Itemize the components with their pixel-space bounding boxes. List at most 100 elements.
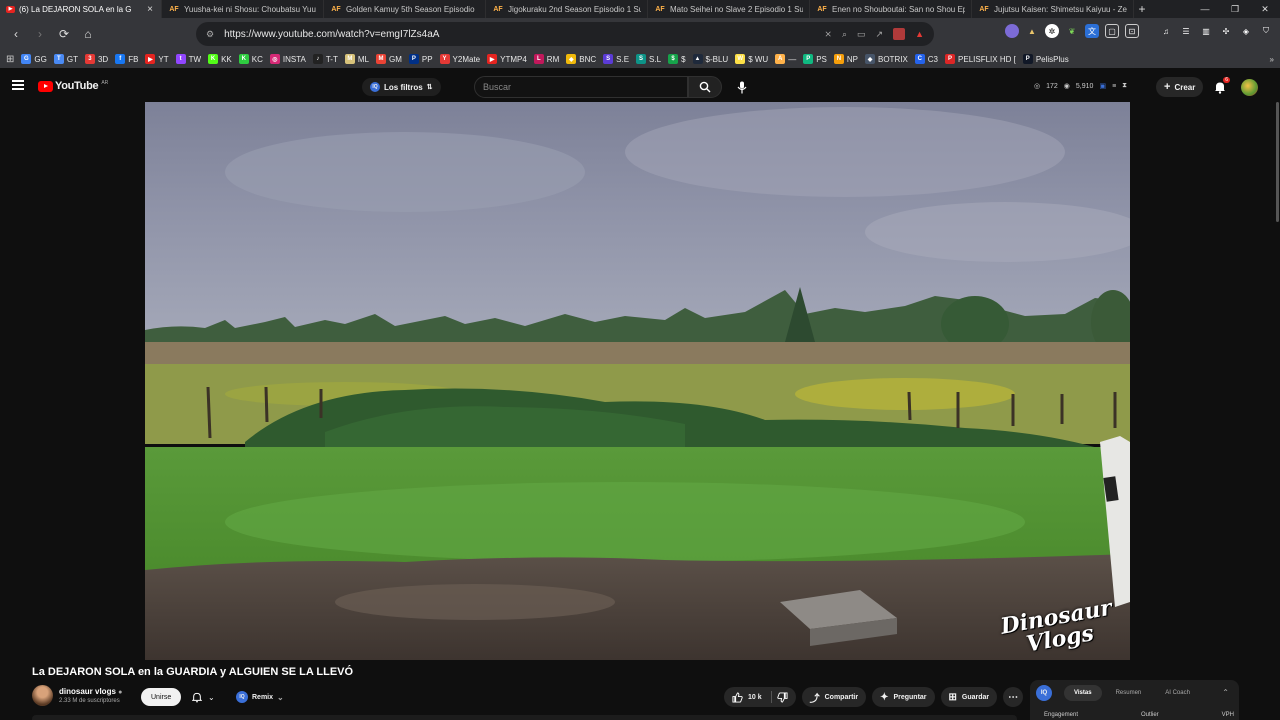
extension-box-icon[interactable]: ⊡ — [1125, 24, 1139, 38]
voice-search-button[interactable] — [731, 76, 753, 98]
bookmark-item[interactable]: K KC — [238, 54, 263, 64]
browser-tab[interactable]: AF Mato Seihei no Slave 2 Episodio 1 Su — [648, 0, 810, 18]
bookmark-item[interactable]: S S.E — [603, 54, 629, 64]
bookmark-item[interactable]: P PS — [803, 54, 827, 64]
bookmark-item[interactable]: S S.L — [636, 54, 661, 64]
bookmark-item[interactable]: ◆ BNC — [566, 54, 596, 64]
bookmark-item[interactable]: P PelisPlus — [1022, 54, 1069, 64]
bookmark-item[interactable]: K KK — [208, 54, 232, 64]
home-icon[interactable]: ⌂ — [78, 24, 98, 44]
bookmark-item[interactable]: W $ WU — [735, 54, 768, 64]
collapse-icon[interactable]: ⌃ — [1222, 688, 1229, 697]
create-button[interactable]: + Crear — [1156, 77, 1204, 97]
extension-frame-icon[interactable]: ▢ — [1105, 24, 1119, 38]
bookmark-item[interactable]: 3 3D — [84, 54, 108, 64]
bookmark-item[interactable]: M GM — [375, 54, 402, 64]
stat-list-icon[interactable]: ≡ — [1112, 83, 1116, 90]
channel-avatar[interactable] — [32, 685, 53, 706]
bookmark-item[interactable]: ▲ $-BLU — [692, 54, 728, 64]
extension-shield-icon[interactable] — [893, 28, 906, 40]
more-actions-button[interactable]: ⋯ — [1003, 687, 1024, 707]
new-tab-button[interactable]: + — [1134, 2, 1150, 16]
like-button[interactable]: 10 k — [724, 687, 796, 707]
shield-icon[interactable]: ⛉ — [1259, 24, 1273, 38]
close-window-icon[interactable]: ✕ — [1250, 0, 1280, 18]
music-icon[interactable]: ♫ — [1159, 24, 1173, 38]
panel-tab[interactable]: AI Coach — [1155, 685, 1200, 701]
wallet-icon[interactable]: ◈ — [1239, 24, 1253, 38]
remix-button[interactable]: IQ Remix ⌄ — [230, 688, 290, 706]
cast-icon[interactable]: ▭ — [857, 29, 866, 40]
restore-icon[interactable]: ❐ — [1220, 0, 1250, 18]
panel-badge[interactable]: IQ — [1036, 685, 1052, 701]
mute-icon[interactable]: ⨯ — [824, 29, 832, 40]
browser-tab[interactable]: AF Yuusha-kei ni Shosu: Choubatsu Yuu — [162, 0, 324, 18]
panel-tab[interactable]: Resumen — [1106, 685, 1152, 701]
save-button[interactable]: ⊞ Guardar — [940, 687, 998, 707]
bookmark-item[interactable]: T GT — [53, 54, 78, 64]
bookmark-item[interactable]: P PELISFLIX HD [ — [945, 54, 1016, 64]
bookmark-item[interactable]: ▶ YT — [145, 54, 169, 64]
zoom-icon[interactable]: ⌕ — [842, 29, 847, 40]
video-player[interactable]: Dinosaur Vlogs — [145, 102, 1130, 660]
address-bar[interactable]: ⚙ https://www.youtube.com/watch?v=emgI7l… — [196, 22, 934, 46]
browser-tab[interactable]: AF Jigokuraku 2nd Season Episodio 1 Su — [486, 0, 648, 18]
stat-iq-icon[interactable]: ▣ — [1099, 82, 1106, 90]
extension-openai-icon[interactable]: ✲ — [1045, 24, 1059, 38]
page-scrollbar[interactable] — [1276, 102, 1279, 222]
panel-tab[interactable]: Vistas — [1064, 685, 1102, 701]
filters-button[interactable]: IQ Los filtros ⇅ — [362, 78, 441, 96]
channel-name[interactable]: dinosaur vlogs — [59, 687, 116, 696]
search-button[interactable] — [688, 76, 722, 98]
reading-list-icon[interactable]: ☰ — [1179, 24, 1193, 38]
site-info-icon[interactable]: ⚙ — [206, 29, 214, 40]
subscription-notification-button[interactable]: ⌄ — [188, 688, 222, 706]
forward-icon[interactable]: › — [30, 24, 50, 44]
notifications-button[interactable]: 6 — [1212, 77, 1230, 95]
url-text[interactable]: https://www.youtube.com/watch?v=emgI7lZs… — [224, 29, 814, 40]
channel-info[interactable]: dinosaur vlogs ● 2.33 M de suscriptores — [32, 685, 122, 706]
bookmarks-overflow-icon[interactable]: » — [1270, 55, 1274, 64]
back-icon[interactable]: ‹ — [6, 24, 26, 44]
browser-tab[interactable]: AF Golden Kamuy 5th Season Episodio — [324, 0, 486, 18]
bookmark-item[interactable]: N NP — [833, 54, 858, 64]
bookmark-item[interactable]: Y Y2Mate — [439, 54, 480, 64]
bookmark-item[interactable]: ▶ YTMP4 — [487, 54, 527, 64]
hamburger-menu-icon[interactable] — [12, 80, 24, 90]
sidebar-icon[interactable]: ▥ — [1199, 24, 1213, 38]
search-input[interactable] — [483, 82, 687, 92]
bookmark-item[interactable]: t TW — [175, 54, 201, 64]
account-avatar[interactable] — [1241, 79, 1258, 96]
join-button[interactable]: Unirse — [141, 688, 182, 706]
extension-triangle-icon[interactable]: ▲ — [915, 29, 924, 39]
share-button[interactable]: ⤴ Compartir — [801, 687, 867, 707]
thumbs-down-icon[interactable] — [776, 691, 788, 703]
bookmark-item[interactable]: L RM — [533, 54, 559, 64]
stat-hourglass-icon[interactable]: ⧗ — [1122, 82, 1127, 90]
browser-tab[interactable]: AF Enen no Shouboutai: San no Shou Ep — [810, 0, 972, 18]
share-page-icon[interactable]: ↗ — [876, 29, 884, 40]
extension-leaf-icon[interactable]: ❦ — [1065, 24, 1079, 38]
bookmark-item[interactable]: P PP — [408, 54, 433, 64]
bookmark-item[interactable]: A — — [775, 54, 796, 64]
bookmark-item[interactable]: G GG — [21, 54, 47, 64]
browser-tab[interactable]: ▶ (6) La DEJARON SOLA en la G × — [0, 0, 162, 18]
apps-grid-icon[interactable]: ⊞ — [6, 54, 14, 65]
bookmark-item[interactable]: ◆ BOTRIX — [865, 54, 908, 64]
ask-button[interactable]: ✦ Preguntar — [872, 687, 935, 707]
browser-tab[interactable]: AF Jujutsu Kaisen: Shimetsu Kaiyuu - Ze — [972, 0, 1134, 18]
reload-icon[interactable]: ⟳ — [54, 24, 74, 44]
close-tab-icon[interactable]: × — [145, 4, 155, 15]
bookmark-item[interactable]: ◎ INSTA — [269, 54, 306, 64]
bookmark-item[interactable]: $ $ — [668, 54, 686, 64]
minimize-icon[interactable]: — — [1190, 0, 1220, 18]
youtube-logo[interactable]: YouTube AR — [38, 80, 108, 92]
extension-purple-icon[interactable] — [1005, 24, 1019, 38]
extension-warning-icon[interactable]: ▲ — [1025, 24, 1039, 38]
bookmark-item[interactable]: ♪ T-T — [312, 54, 338, 64]
extensions-puzzle-icon[interactable]: ✣ — [1219, 24, 1233, 38]
extension-translate-icon[interactable]: 文 — [1085, 24, 1099, 38]
bookmark-item[interactable]: M ML — [344, 54, 369, 64]
bookmark-item[interactable]: C C3 — [914, 54, 938, 64]
bookmark-item[interactable]: f FB — [115, 54, 138, 64]
